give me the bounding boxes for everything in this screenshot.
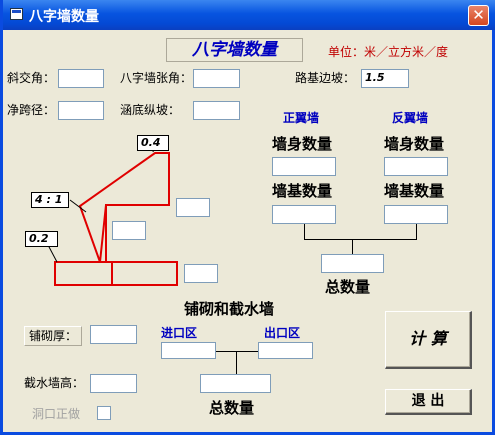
reverse-body-qty-label: 墙身数量 [384, 135, 445, 153]
wall-result-lower[interactable] [184, 264, 218, 283]
forward-body-qty-label: 墙身数量 [272, 135, 333, 153]
reverse-wing-title: 反翼墙 [392, 111, 429, 125]
wall-result-middle[interactable] [112, 221, 146, 240]
forward-body-qty-input[interactable] [272, 157, 336, 176]
cutoff-height-input[interactable] [90, 374, 137, 393]
dim-base-label: 0.2 [25, 231, 58, 247]
dim-slope-leader [69, 199, 87, 213]
paving-total-qty-input[interactable] [200, 374, 271, 393]
cutoff-height-label: 截水墙高： [24, 376, 85, 390]
forward-base-qty-label: 墙基数量 [272, 182, 333, 200]
reverse-body-qty-input[interactable] [384, 157, 448, 176]
paving-total-stem [236, 351, 237, 374]
wing-total-connector [304, 239, 417, 240]
wing-total-qty-label: 总数量 [325, 278, 371, 296]
wall-base-outline [54, 261, 178, 286]
inlet-title: 进口区 [161, 326, 198, 340]
exit-button[interactable]: 退 出 [385, 389, 472, 415]
mouth-square-checkbox[interactable] [97, 406, 111, 420]
wall-body-outline [78, 152, 170, 263]
outlet-title: 出口区 [264, 326, 301, 340]
forward-wing-title: 正翼墙 [283, 111, 320, 125]
wing-total-qty-input[interactable] [321, 254, 384, 273]
dim-top-label: 0.4 [137, 135, 169, 151]
calculate-button[interactable]: 计 算 [385, 311, 472, 369]
paving-thickness-input[interactable] [90, 325, 137, 344]
reverse-base-qty-label: 墙基数量 [384, 182, 445, 200]
dim-base-leader [47, 244, 58, 263]
paving-total-qty-label: 总数量 [209, 399, 255, 417]
mouth-square-label: 洞口正做 [32, 407, 81, 421]
forward-connector [304, 224, 305, 240]
paving-thickness-label: 铺砌厚： [24, 326, 83, 346]
paving-connector [216, 351, 258, 352]
wing-total-stem [352, 239, 353, 254]
outlet-qty-input[interactable] [258, 342, 313, 359]
forward-base-qty-input[interactable] [272, 205, 336, 224]
wall-result-upper[interactable] [176, 198, 210, 217]
paving-title: 铺砌和截水墙 [184, 300, 275, 318]
dim-slope-label: 4 : 1 [31, 192, 69, 208]
inlet-qty-input[interactable] [161, 342, 216, 359]
reverse-connector [416, 224, 417, 240]
reverse-base-qty-input[interactable] [384, 205, 448, 224]
